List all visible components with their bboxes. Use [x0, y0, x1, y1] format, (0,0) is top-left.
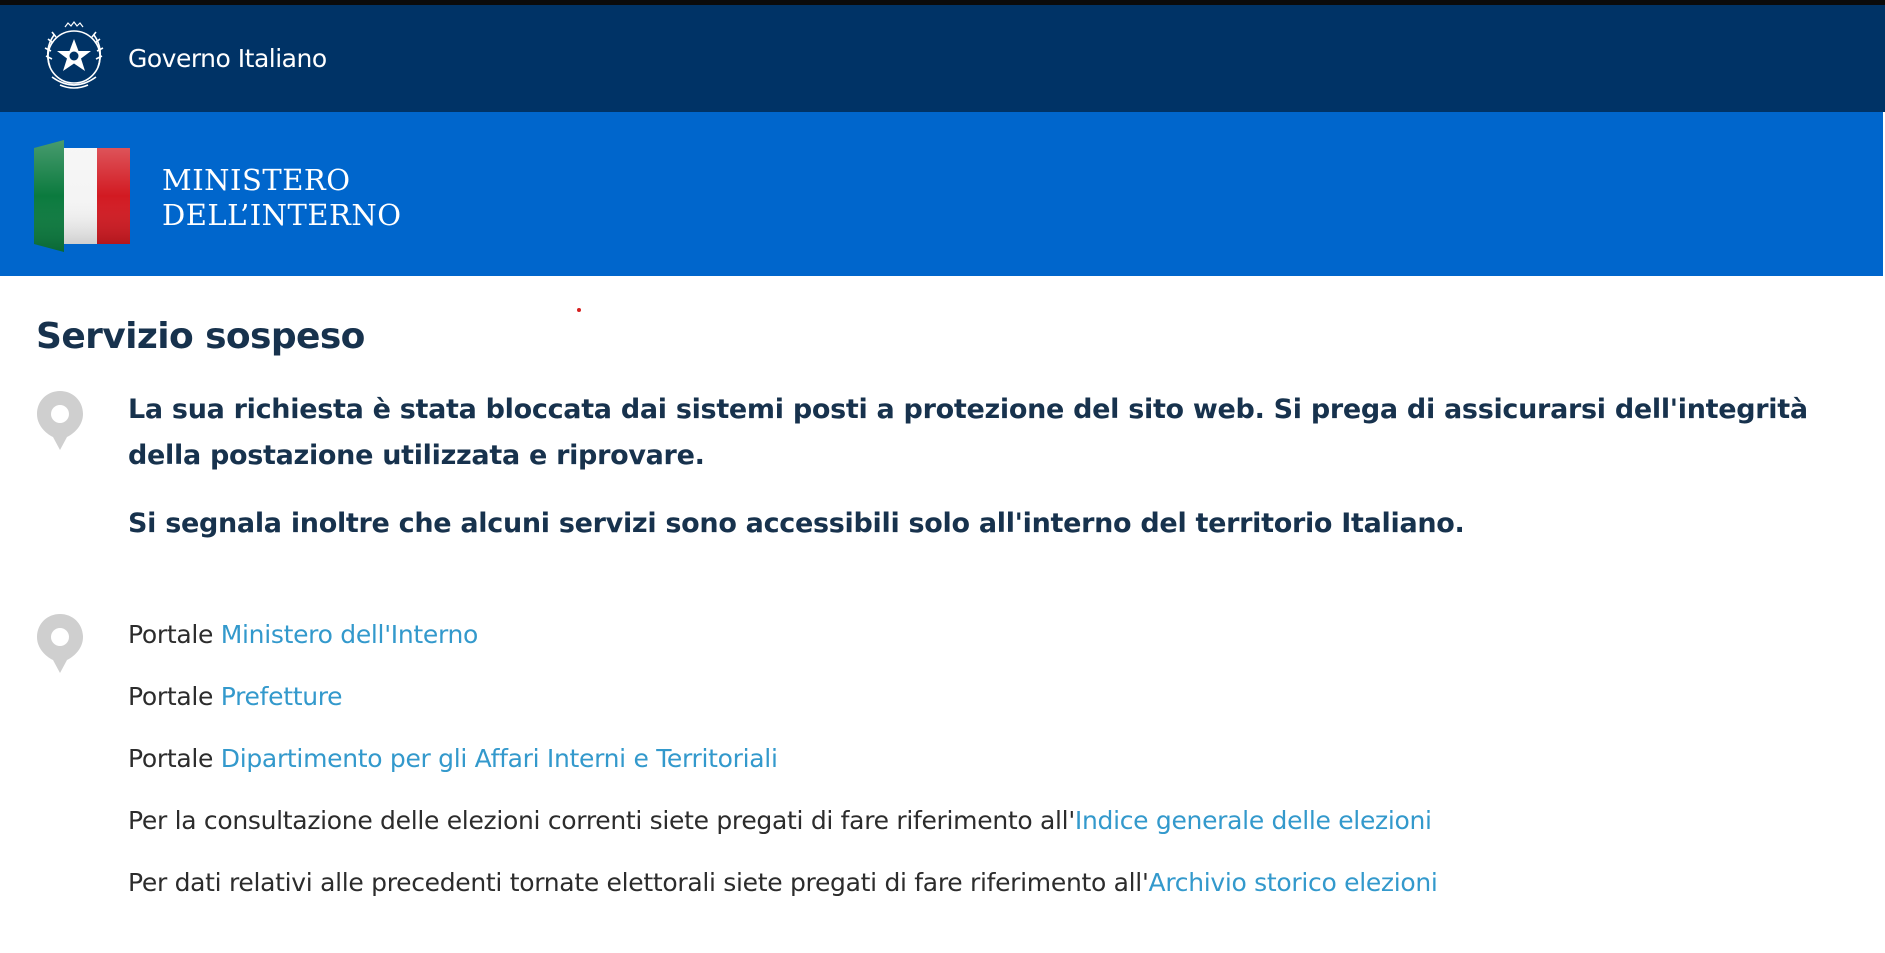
map-pin-icon — [37, 614, 83, 673]
page-title: Servizio sospeso — [36, 316, 365, 357]
government-bar: Governo Italiano — [0, 5, 1885, 112]
link-prefix: Portale — [128, 682, 221, 711]
italian-flag-icon — [34, 140, 130, 252]
ministry-name[interactable]: MINISTERO DELL’INTERNO — [162, 163, 402, 233]
list-item: Portale Ministero dell'Interno — [128, 619, 1885, 650]
ministry-name-line2: DELL’INTERNO — [162, 198, 402, 232]
links-section: Portale Ministero dell'Interno Portale P… — [36, 614, 1885, 898]
link-ministero-interno[interactable]: Ministero dell'Interno — [221, 620, 479, 649]
government-title[interactable]: Governo Italiano — [128, 44, 327, 73]
link-prefix: Per la consultazione delle elezioni corr… — [128, 806, 1075, 835]
link-dipartimento-affari-interni[interactable]: Dipartimento per gli Affari Interni e Te… — [221, 744, 778, 773]
italian-republic-emblem-icon — [44, 20, 104, 89]
decorative-dot — [577, 308, 581, 312]
link-prefix: Per dati relativi alle precedenti tornat… — [128, 868, 1149, 897]
link-prefix: Portale — [128, 744, 221, 773]
list-item: Portale Dipartimento per gli Affari Inte… — [128, 743, 1885, 774]
list-item: Per la consultazione delle elezioni corr… — [128, 805, 1885, 836]
list-item: Portale Prefetture — [128, 681, 1885, 712]
link-indice-elezioni[interactable]: Indice generale delle elezioni — [1075, 806, 1432, 835]
main-content: Servizio sospeso La sua richiesta è stat… — [0, 276, 1885, 898]
map-pin-icon — [37, 391, 83, 450]
link-prefetture[interactable]: Prefetture — [221, 682, 343, 711]
notice-territory-restriction: Si segnala inoltre che alcuni servizi so… — [128, 508, 1465, 539]
notice-blocked-request: La sua richiesta è stata bloccata dai si… — [128, 394, 1808, 471]
ministry-name-line1: MINISTERO — [162, 163, 351, 197]
ministry-bar: MINISTERO DELL’INTERNO — [0, 112, 1885, 276]
notice-section: La sua richiesta è stata bloccata dai si… — [36, 387, 1885, 547]
link-archivio-storico-elezioni[interactable]: Archivio storico elezioni — [1149, 868, 1438, 897]
site-header: Governo Italiano MINISTERO DELL’INTERNO — [0, 5, 1885, 276]
link-prefix: Portale — [128, 620, 221, 649]
list-item: Per dati relativi alle precedenti tornat… — [128, 867, 1885, 898]
